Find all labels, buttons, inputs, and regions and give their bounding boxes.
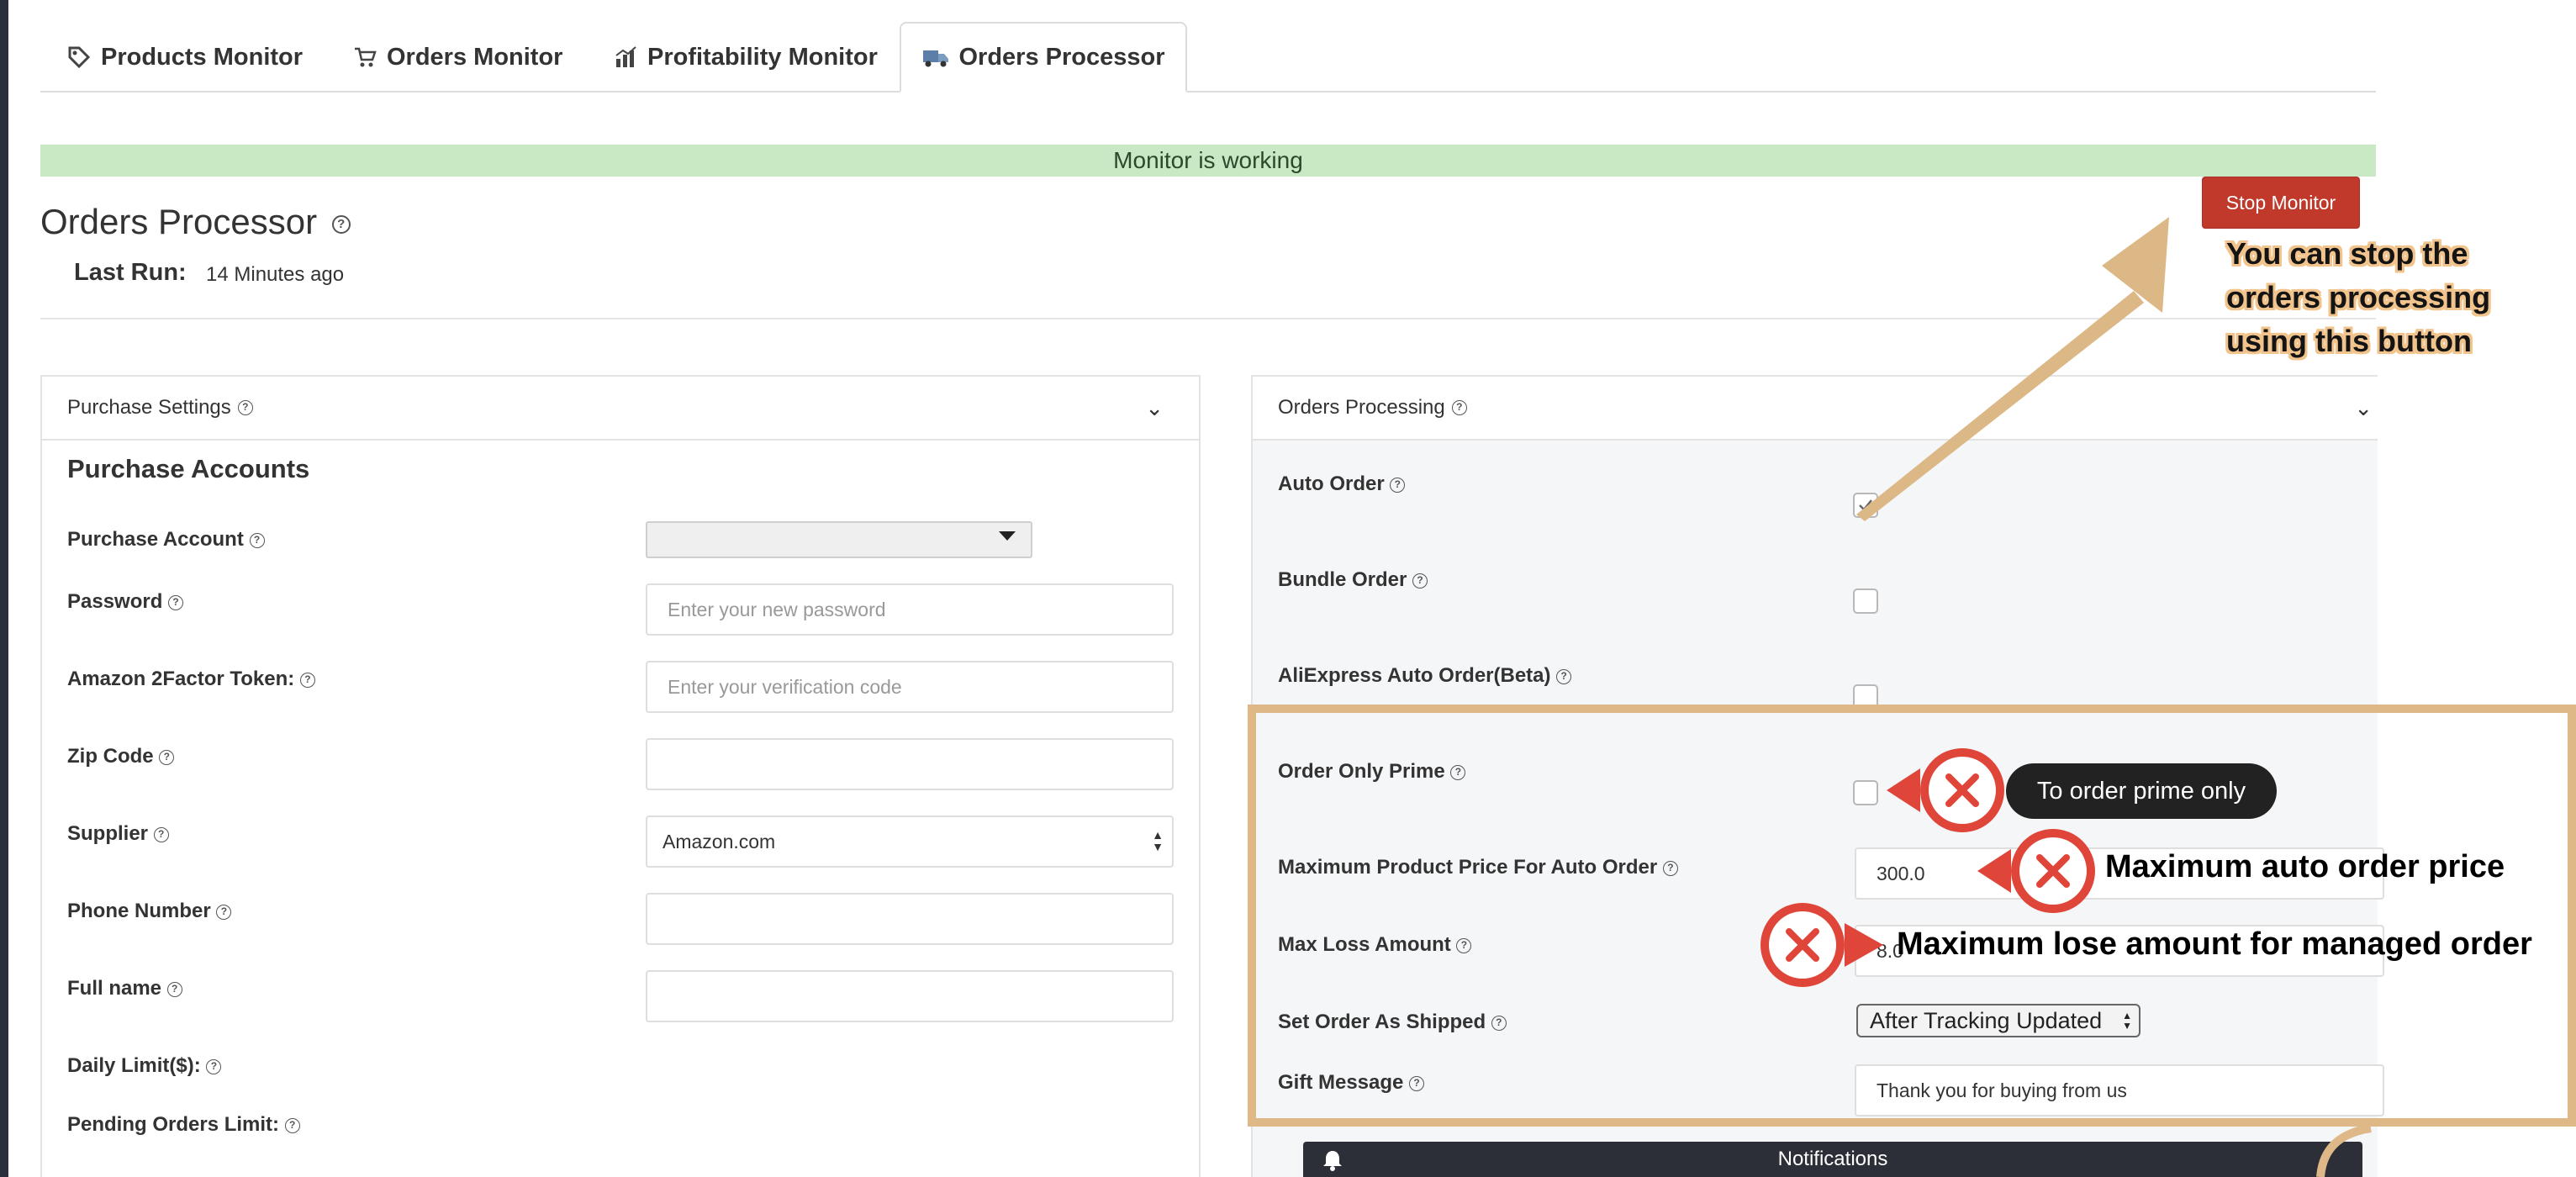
verification-code-input[interactable]: Enter your verification code: [646, 661, 1174, 713]
tab-orders-monitor[interactable]: Orders Monitor: [353, 22, 562, 92]
left-edge-bar: [0, 0, 8, 1177]
label-text: AliExpress Auto Order(Beta): [1278, 664, 1551, 687]
updown-arrow-icon: ▲ ▼: [1152, 828, 1164, 853]
field-label-phone-number: Phone Number ?: [67, 900, 232, 923]
bell-icon: [1322, 1148, 1343, 1177]
stop-callout-line-3: using this button: [2226, 324, 2472, 358]
annotation-arc-icon: [2316, 1124, 2372, 1177]
tab-label: Profitability Monitor: [647, 43, 878, 71]
tab-profitability-monitor[interactable]: Profitability Monitor: [614, 22, 878, 92]
auto-order-label: Auto Order ?: [1278, 472, 1406, 496]
label-text: Pending Orders Limit:: [67, 1113, 280, 1136]
zip-code-input[interactable]: [646, 738, 1174, 790]
annotation-arrow-icon: [1856, 217, 2169, 521]
status-banner: Monitor is working: [40, 145, 2376, 177]
full-name-input[interactable]: [646, 970, 1174, 1022]
help-icon[interactable]: ?: [153, 826, 169, 842]
label-text: Auto Order: [1278, 472, 1385, 495]
label-text: Daily Limit($):: [67, 1054, 201, 1077]
tab-products-monitor[interactable]: Products Monitor: [67, 22, 303, 92]
field-label-zip-code: Zip Code ?: [67, 745, 175, 768]
tab-label: Orders Processor: [958, 43, 1165, 71]
purchase-account-select[interactable]: [646, 521, 1032, 558]
field-label-pending-orders-limit: Pending Orders Limit: ?: [67, 1113, 300, 1137]
tab-label: Products Monitor: [101, 43, 304, 71]
help-icon[interactable]: ?: [299, 672, 315, 688]
bundle-order-label: Bundle Order ?: [1278, 568, 1428, 592]
label-text: Full name: [67, 977, 162, 1000]
stop-callout-line-1: You can stop the: [2226, 236, 2468, 271]
error-marker-icon: [1760, 903, 1883, 987]
tag-icon: [67, 45, 92, 69]
field-label-password: Password ?: [67, 590, 184, 614]
notifications-label: Notifications: [1777, 1148, 1888, 1170]
help-icon[interactable]: ?: [159, 749, 175, 765]
error-marker-icon: [1977, 829, 2095, 913]
label-text: Purchase Account: [67, 528, 244, 551]
last-run-label: Last Run:: [74, 259, 187, 286]
help-icon[interactable]: ?: [216, 904, 232, 920]
field-label-daily-limit: Daily Limit($): ?: [67, 1054, 222, 1078]
password-input[interactable]: Enter your new password: [646, 583, 1174, 636]
aliexpress-auto-order-label: AliExpress Auto Order(Beta) ?: [1278, 664, 1572, 688]
help-icon[interactable]: ?: [284, 1117, 300, 1133]
chart-icon: [614, 45, 639, 69]
chevron-down-icon[interactable]: ⌄: [2354, 395, 2373, 421]
help-icon[interactable]: ?: [166, 981, 182, 997]
prime-tip-pill: To order prime only: [2006, 763, 2277, 819]
bundle-order-checkbox[interactable]: [1853, 588, 1878, 614]
help-icon[interactable]: ?: [206, 1058, 222, 1074]
label-text: Password: [67, 590, 163, 613]
stop-callout-line-2: orders processing: [2226, 280, 2491, 314]
chevron-down-icon[interactable]: ⌄: [1145, 395, 1164, 421]
help-icon[interactable]: ?: [331, 214, 351, 234]
label-text: Phone Number: [67, 900, 211, 922]
label-text: Amazon 2Factor Token:: [67, 668, 295, 690]
stop-monitor-button[interactable]: Stop Monitor: [2202, 177, 2360, 229]
help-icon[interactable]: ?: [1390, 477, 1406, 493]
max-loss-tip: Maximum lose amount for managed order: [1897, 926, 2532, 962]
help-icon[interactable]: ?: [249, 532, 265, 548]
notifications-bar[interactable]: Notifications: [1303, 1142, 2362, 1177]
field-label-supplier: Supplier ?: [67, 822, 169, 846]
page-title: Orders Processor ?: [40, 202, 351, 242]
cart-icon: [353, 45, 378, 69]
help-icon[interactable]: ?: [168, 594, 184, 610]
field-label-purchase-account: Purchase Account ?: [67, 528, 265, 552]
supplier-select[interactable]: Amazon.com ▲ ▼: [646, 815, 1174, 868]
truck-icon: [921, 45, 950, 69]
tab-orders-processor[interactable]: Orders Processor: [900, 22, 1187, 92]
tab-label: Orders Monitor: [387, 43, 563, 71]
max-price-tip: Maximum auto order price: [2105, 849, 2505, 884]
phone-number-input[interactable]: [646, 893, 1174, 945]
section-heading: Purchase Accounts: [67, 454, 310, 483]
label-text: Zip Code: [67, 745, 154, 768]
last-run-value: 14 Minutes ago: [206, 263, 345, 286]
dropdown-arrow-icon: [999, 531, 1016, 541]
help-icon[interactable]: ?: [237, 400, 253, 415]
panel-title: Orders Processing: [1278, 396, 1445, 419]
field-label-full-name: Full name ?: [67, 977, 182, 1000]
page-title-text: Orders Processor: [40, 202, 318, 241]
field-label-2factor-token: Amazon 2Factor Token: ?: [67, 668, 315, 691]
help-icon[interactable]: ?: [1412, 573, 1428, 588]
purchase-settings-header[interactable]: Purchase Settings ? ⌄: [42, 377, 1199, 441]
help-icon[interactable]: ?: [1451, 400, 1467, 415]
supplier-value: Amazon.com: [662, 830, 776, 852]
label-text: Supplier: [67, 822, 149, 845]
error-marker-icon: [1887, 748, 2004, 832]
panel-title: Purchase Settings: [67, 396, 231, 419]
label-text: Bundle Order: [1278, 568, 1407, 591]
help-icon[interactable]: ?: [1556, 668, 1572, 684]
